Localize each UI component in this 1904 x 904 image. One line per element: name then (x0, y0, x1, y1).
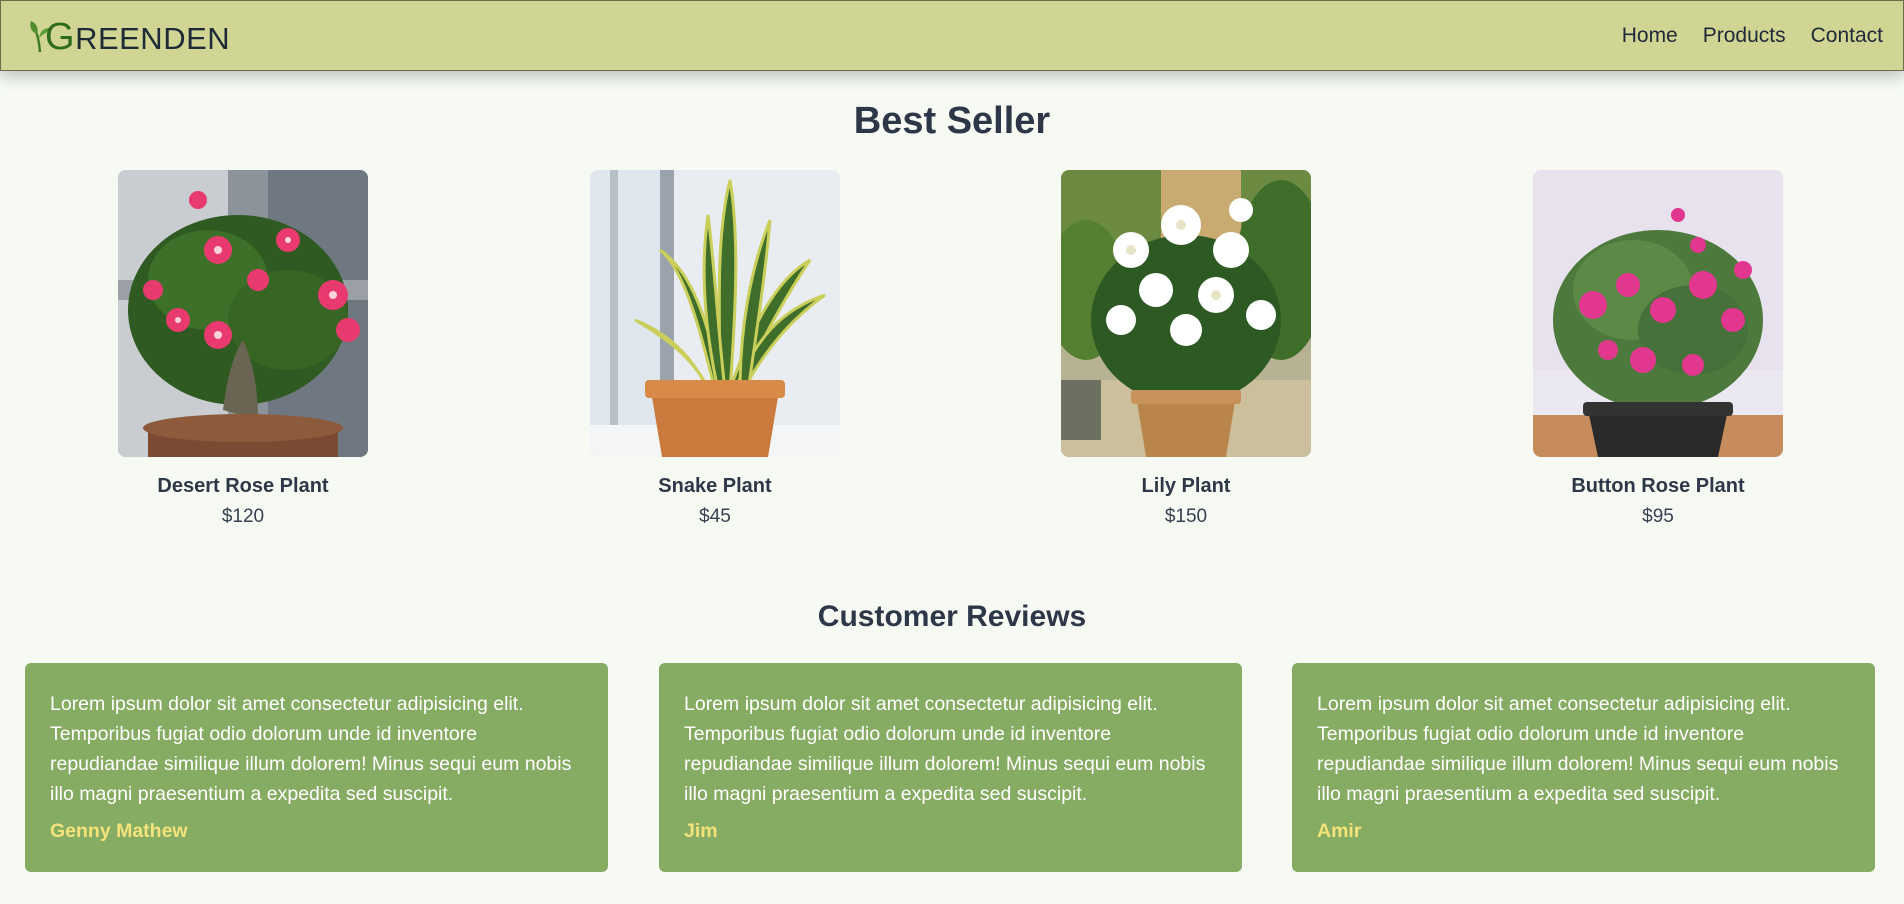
main-nav: Home Products Contact (1622, 24, 1883, 48)
nav-products-link[interactable]: Products (1703, 24, 1786, 48)
product-grid: Desert Rose Plant $120 Snake Plant $45 L… (0, 170, 1904, 540)
product-name[interactable]: Snake Plant (590, 475, 840, 498)
review-author: Genny Mathew (50, 820, 188, 842)
nav-home-link[interactable]: Home (1622, 24, 1678, 48)
product-price: $45 (699, 506, 731, 527)
top-navbar: GREENDEN Home Products Contact (0, 0, 1904, 71)
product-card[interactable]: Desert Rose Plant $120 (118, 170, 368, 528)
review-text: Lorem ipsum dolor sit amet consectetur a… (50, 693, 572, 805)
product-name[interactable]: Button Rose Plant (1533, 475, 1783, 498)
product-price: $120 (221, 506, 265, 527)
brand-name: GREENDEN (45, 15, 231, 58)
review-author: Jim (684, 820, 718, 842)
review-card: Lorem ipsum dolor sit amet consectetur a… (659, 663, 1242, 872)
lily-plant-image[interactable] (1061, 170, 1311, 457)
review-text: Lorem ipsum dolor sit amet consectetur a… (1317, 693, 1839, 805)
product-card[interactable]: Snake Plant $45 (590, 170, 840, 528)
brand-logo[interactable]: GREENDEN (29, 16, 230, 56)
review-text: Lorem ipsum dolor sit amet consectetur a… (684, 693, 1206, 805)
snake-plant-image[interactable] (590, 170, 840, 457)
product-price: $150 (1164, 506, 1208, 527)
desert-rose-image[interactable] (118, 170, 368, 457)
product-card[interactable]: Lily Plant $150 (1061, 170, 1311, 528)
product-name[interactable]: Desert Rose Plant (118, 475, 368, 498)
best-seller-heading: Best Seller (853, 100, 1051, 142)
review-card: Lorem ipsum dolor sit amet consectetur a… (1292, 663, 1875, 872)
review-author: Amir (1317, 820, 1362, 842)
product-name[interactable]: Lily Plant (1061, 475, 1311, 498)
review-card: Lorem ipsum dolor sit amet consectetur a… (25, 663, 608, 872)
product-card[interactable]: Button Rose Plant $95 (1533, 170, 1783, 528)
button-rose-image[interactable] (1533, 170, 1783, 457)
customer-reviews-heading: Customer Reviews (817, 600, 1087, 633)
nav-contact-link[interactable]: Contact (1811, 24, 1883, 48)
product-price: $95 (1642, 506, 1674, 527)
